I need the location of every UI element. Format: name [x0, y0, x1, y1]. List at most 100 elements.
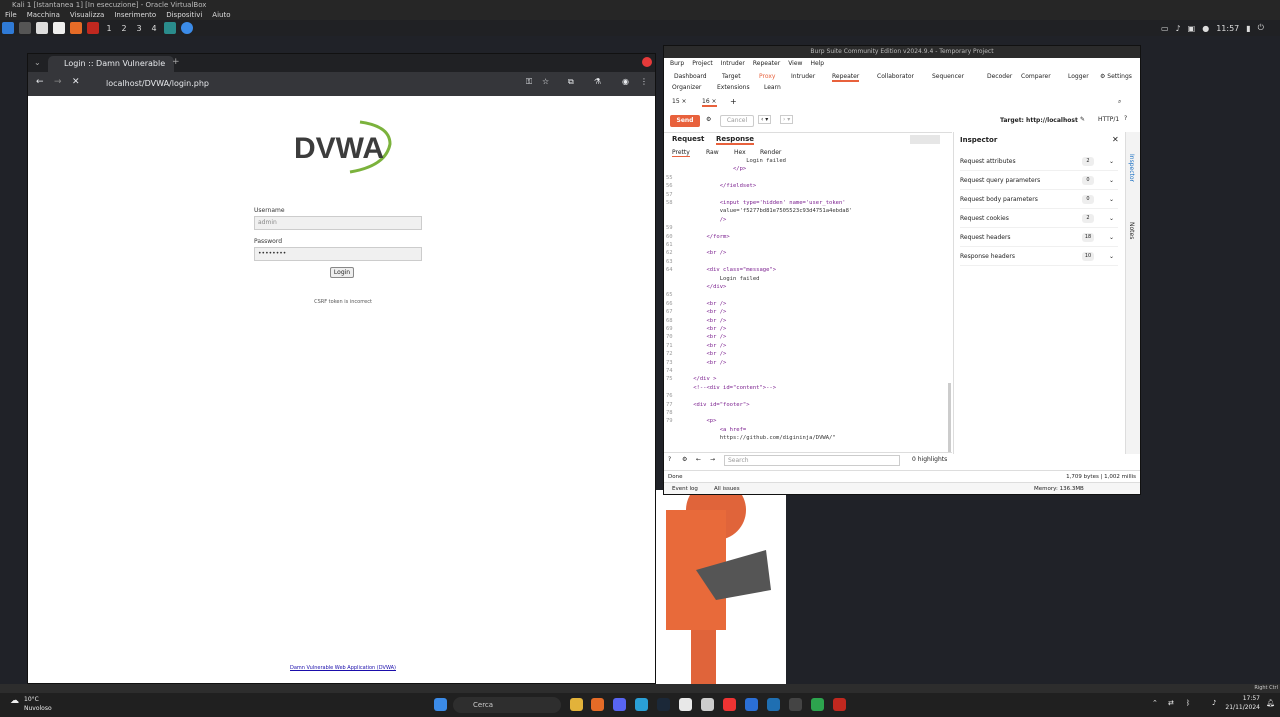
login-button[interactable]: Login: [330, 267, 354, 278]
tab-search-icon[interactable]: ⌄: [34, 58, 41, 67]
vscode-icon[interactable]: [767, 698, 780, 711]
search-prev-icon[interactable]: ←: [696, 456, 701, 463]
view-hex[interactable]: Hex: [734, 149, 746, 156]
tab-extensions[interactable]: Extensions: [717, 82, 750, 93]
repeater-tab-16[interactable]: 16 ×: [702, 96, 717, 107]
app-icon[interactable]: [164, 22, 176, 34]
host-menu-file[interactable]: File: [5, 10, 17, 20]
rail-notes[interactable]: Notes: [1128, 222, 1135, 239]
forward-icon[interactable]: →: [54, 77, 62, 87]
tab-settings[interactable]: ⚙ Settings: [1100, 71, 1132, 82]
tab-proxy[interactable]: Proxy: [759, 71, 775, 82]
firefox-icon[interactable]: [70, 22, 82, 34]
burp-taskbar-icon[interactable]: [833, 698, 846, 711]
chevron-down-icon[interactable]: ⌄: [1109, 209, 1114, 228]
inspector-row[interactable]: Request cookies 2 ⌄: [960, 209, 1118, 228]
response-tab[interactable]: Response: [716, 135, 755, 145]
add-repeater-tab-icon[interactable]: +: [730, 96, 737, 107]
chrome-close-icon[interactable]: [642, 57, 652, 67]
key-icon[interactable]: ⚿: [526, 77, 532, 87]
tab-intruder[interactable]: Intruder: [791, 71, 815, 82]
volume-icon[interactable]: ♪: [1176, 24, 1181, 33]
inspector-row[interactable]: Request query parameters 0 ⌄: [960, 171, 1118, 190]
repeater-search-icon[interactable]: ⌕: [1118, 96, 1121, 107]
new-tab-icon[interactable]: +: [172, 57, 180, 67]
kali-taskbar-icon[interactable]: [679, 698, 692, 711]
discord-icon[interactable]: [613, 698, 626, 711]
files-icon[interactable]: [36, 22, 48, 34]
help-icon-small[interactable]: ?: [668, 456, 671, 463]
inspector-row[interactable]: Request headers 18 ⌄: [960, 228, 1118, 247]
profile-icon[interactable]: ◉: [622, 77, 629, 86]
youtube-icon[interactable]: [723, 698, 736, 711]
burp-launcher-icon[interactable]: [87, 22, 99, 34]
text-editor-icon[interactable]: [53, 22, 65, 34]
notification-icon[interactable]: ●: [1202, 24, 1209, 33]
bookmark-star-icon[interactable]: ☆: [542, 77, 549, 86]
response-code-view[interactable]: Login failed </p> 55 56 </fieldset> 57 58 <i…: [664, 157, 944, 441]
file-explorer-icon[interactable]: [570, 698, 583, 711]
inspector-close-icon[interactable]: ✕: [1112, 135, 1119, 144]
http-version[interactable]: HTTP/1: [1098, 116, 1119, 123]
view-raw[interactable]: Raw: [706, 149, 719, 156]
inspector-row[interactable]: Request attributes 2 ⌄: [960, 152, 1118, 171]
search-settings-icon[interactable]: ⚙: [682, 456, 687, 463]
host-menu-input[interactable]: Inserimento: [114, 10, 156, 20]
tab-sequencer[interactable]: Sequencer: [932, 71, 964, 82]
layout-toggle-icon[interactable]: [910, 135, 940, 144]
windows-start-icon[interactable]: [434, 698, 447, 711]
workspace-4[interactable]: 4: [149, 24, 159, 33]
dvwa-footer-link[interactable]: Damn Vulnerable Web Application (DVWA): [268, 665, 418, 671]
history-back-icon[interactable]: ‹ ▾: [758, 115, 772, 124]
chevron-down-icon[interactable]: ⌄: [1109, 190, 1114, 209]
search-next-icon[interactable]: →: [710, 456, 715, 463]
request-tab[interactable]: Request: [672, 135, 704, 143]
chrome-taskbar-icon[interactable]: [181, 22, 193, 34]
host-menu-machine[interactable]: Macchina: [27, 10, 60, 20]
github-icon[interactable]: [789, 698, 802, 711]
edit-target-icon[interactable]: ✎: [1080, 116, 1085, 123]
target-label[interactable]: Target: http://localhost: [1000, 115, 1110, 127]
repeater-tab-15[interactable]: 15 ×: [672, 96, 687, 107]
tab-collaborator[interactable]: Collaborator: [877, 71, 914, 82]
username-field[interactable]: admin: [254, 216, 422, 230]
display-icon[interactable]: ▭: [1161, 24, 1169, 33]
weather-desc[interactable]: Nuvoloso: [24, 705, 52, 712]
chevron-down-icon[interactable]: ⌄: [1109, 171, 1114, 190]
chevron-down-icon[interactable]: ⌄: [1109, 247, 1114, 266]
virtualbox-icon[interactable]: [745, 698, 758, 711]
lock-icon[interactable]: ▮: [1246, 24, 1250, 33]
address-bar[interactable]: localhost/DVWA/login.php: [88, 76, 508, 92]
burp-menu-repeater[interactable]: Repeater: [753, 58, 780, 70]
firefox-taskbar-icon[interactable]: [591, 698, 604, 711]
tab-dashboard[interactable]: Dashboard: [674, 71, 707, 82]
burp-menu-help[interactable]: Help: [810, 58, 824, 70]
tab-decoder[interactable]: Decoder: [987, 71, 1012, 82]
workspace-3[interactable]: 3: [134, 24, 144, 33]
send-options-icon[interactable]: ⚙: [706, 116, 711, 123]
app-taskbar-icon[interactable]: [701, 698, 714, 711]
notification-bell-icon[interactable]: 🔔︎: [1266, 699, 1275, 707]
response-search-input[interactable]: Search: [724, 455, 900, 466]
network-icon[interactable]: ▣: [1188, 24, 1196, 33]
chevron-down-icon[interactable]: ⌄: [1109, 152, 1114, 171]
tray-chevron-icon[interactable]: ⌃: [1152, 699, 1158, 707]
weather-temp[interactable]: 10°C: [24, 696, 39, 703]
host-menu-devices[interactable]: Dispositivi: [166, 10, 202, 20]
workspace-1[interactable]: 1: [104, 24, 114, 33]
send-button[interactable]: Send: [670, 115, 700, 127]
burp-menu-burp[interactable]: Burp: [670, 58, 684, 70]
view-render[interactable]: Render: [760, 149, 781, 156]
chrome-menu-icon[interactable]: ⋮: [640, 77, 648, 86]
taskbar-date[interactable]: 21/11/2024: [1222, 704, 1260, 711]
help-icon[interactable]: ?: [1124, 115, 1127, 122]
tab-comparer[interactable]: Comparer: [1021, 71, 1051, 82]
history-forward-icon[interactable]: › ▾: [780, 115, 794, 124]
rail-inspector[interactable]: Inspector: [1128, 154, 1135, 182]
burp-menu-project[interactable]: Project: [692, 58, 713, 70]
code-scrollbar[interactable]: [948, 383, 951, 453]
burp-menu-intruder[interactable]: Intruder: [721, 58, 745, 70]
password-field[interactable]: ••••••••: [254, 247, 422, 261]
chrome-tab-login[interactable]: Login :: Damn Vulnerable: [48, 56, 174, 72]
kali-menu-icon[interactable]: [2, 22, 14, 34]
